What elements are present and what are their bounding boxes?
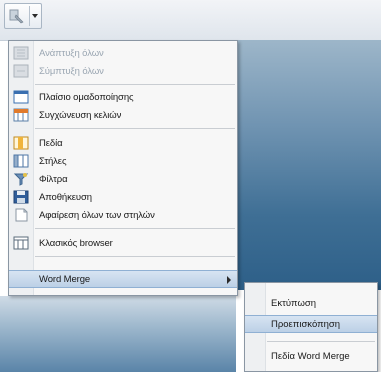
filter-icon xyxy=(13,173,29,186)
context-menu: Ανάπτυξη όλων Σύμπτυξη όλων Πλαίσιο ομαδ… xyxy=(8,40,238,296)
submenu-item-label: Προεπισκόπηση xyxy=(271,319,341,330)
menu-item-label: Στήλες xyxy=(39,155,67,167)
menu-item-label: Φίλτρα xyxy=(39,173,68,185)
toolbar xyxy=(0,0,381,41)
menu-item-label: Κλασικός browser xyxy=(39,237,113,249)
submenu-item-label: Εκτύπωση xyxy=(271,298,317,309)
screen: Ανάπτυξη όλων Σύμπτυξη όλων Πλαίσιο ομαδ… xyxy=(0,0,381,372)
menu-item-merge-cells[interactable]: Συγχώνευση κελιών xyxy=(9,106,237,124)
menu-item-label: Word Merge xyxy=(39,273,91,285)
settings-icon xyxy=(9,9,24,24)
menu-separator xyxy=(267,341,375,342)
fields-icon xyxy=(13,136,29,150)
menu-item-columns[interactable]: Στήλες xyxy=(9,152,237,170)
menu-item-save[interactable]: Αποθήκευση xyxy=(9,188,237,206)
menu-separator xyxy=(35,228,235,229)
menu-item-word-merge[interactable]: Word Merge xyxy=(9,270,237,288)
expand-all-icon xyxy=(13,46,29,60)
menu-item-label: Πεδία xyxy=(39,137,63,149)
menu-item-filters[interactable]: Φίλτρα xyxy=(9,170,237,188)
toolbar-divider xyxy=(29,6,30,26)
word-merge-submenu: Εκτύπωση Προεπισκόπηση Πεδία Word Merge xyxy=(244,282,378,372)
group-box-icon xyxy=(13,90,29,104)
submenu-item-preview[interactable]: Προεπισκόπηση xyxy=(245,315,377,333)
submenu-item-print[interactable]: Εκτύπωση xyxy=(245,295,377,313)
menu-item-label: Αφαίρεση όλων των στηλών xyxy=(39,209,155,221)
chevron-right-icon xyxy=(227,276,231,284)
menu-item-group-box[interactable]: Πλαίσιο ομαδοποίησης xyxy=(9,88,237,106)
save-icon xyxy=(13,190,29,204)
columns-icon xyxy=(13,154,29,168)
menu-item-label: Πλαίσιο ομαδοποίησης xyxy=(39,91,134,103)
menu-item-fields[interactable]: Πεδία xyxy=(9,134,237,152)
menu-separator xyxy=(35,256,235,257)
chevron-down-icon xyxy=(32,14,38,18)
menu-item-label: Αποθήκευση xyxy=(39,191,92,203)
background-window-right xyxy=(230,40,381,290)
menu-item-expand-all[interactable]: Ανάπτυξη όλων xyxy=(9,44,237,62)
toolbar-dropdown-button[interactable] xyxy=(4,3,42,29)
menu-item-label: Ανάπτυξη όλων xyxy=(39,47,104,59)
background-window-bottom xyxy=(0,296,236,372)
remove-columns-icon xyxy=(15,208,28,222)
menu-item-label: Σύμπτυξη όλων xyxy=(39,65,104,77)
menu-separator xyxy=(35,84,235,85)
menu-item-label: Συγχώνευση κελιών xyxy=(39,109,122,121)
menu-item-collapse-all[interactable]: Σύμπτυξη όλων xyxy=(9,62,237,80)
merge-cells-icon xyxy=(13,108,29,122)
menu-separator xyxy=(35,128,235,129)
submenu-item-word-merge-fields[interactable]: Πεδία Word Merge xyxy=(245,348,377,366)
menu-item-remove-all-columns[interactable]: Αφαίρεση όλων των στηλών xyxy=(9,206,237,224)
submenu-item-label: Πεδία Word Merge xyxy=(271,351,350,362)
menu-item-classic-browser[interactable]: Κλασικός browser xyxy=(9,234,237,252)
classic-browser-icon xyxy=(13,236,29,250)
collapse-all-icon xyxy=(13,64,29,78)
